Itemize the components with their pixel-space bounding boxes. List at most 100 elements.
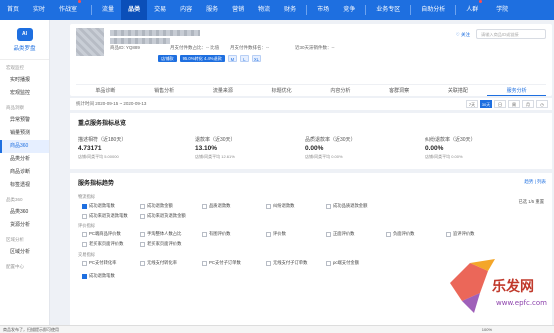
sidebar-item-tags[interactable]: 标签透视 xyxy=(0,179,49,192)
sidebar-item-category-analysis[interactable]: 品类分析 xyxy=(0,153,49,166)
product-thumbnail[interactable] xyxy=(76,28,104,56)
nav-item-realtime[interactable]: 实时 xyxy=(26,0,52,20)
sidebar-item-forecast[interactable]: 销量预测 xyxy=(0,127,49,140)
nav-item-service[interactable]: 服务 xyxy=(199,0,225,20)
nav-item-logistics[interactable]: 物流 xyxy=(251,0,277,20)
calendar-icon[interactable]: ◷ xyxy=(536,100,548,108)
sidebar-item-realtime[interactable]: 实时播报 xyxy=(0,74,49,87)
nav-item-business[interactable]: 业务专区 xyxy=(369,0,407,20)
sidebar-item-diagnosis[interactable]: 商品诊断 xyxy=(0,166,49,179)
tab-service[interactable]: 服务分析 xyxy=(487,85,546,96)
nav-item-academy[interactable]: 学院 xyxy=(489,0,515,20)
range-month[interactable]: 月 xyxy=(522,100,534,108)
metric-checkbox[interactable]: 品质退款数 xyxy=(202,203,230,209)
tab-diagnosis[interactable]: 单品诊断 xyxy=(76,85,135,96)
sidebar: AI 品类罗盘 宏观监控 实时播报 宏观监控 商品洞察 异常预警 销量预测 商品… xyxy=(0,20,50,333)
metric-quality-refund: 品质退款率（近30天） 0.00% 店铺/同类平均 0.00% xyxy=(305,137,356,159)
product-id: 商品ID: YQ889 xyxy=(110,45,140,50)
service-overview-card: 重点服务指标总览 描述相符（近180天） 4.73171 店铺/同类平均 5.0… xyxy=(70,113,552,169)
checkbox-icon xyxy=(82,260,87,266)
metric-checkbox[interactable]: 无线支付子订单数 xyxy=(266,260,307,266)
metric-checkbox[interactable]: 手淘整体人数占比 xyxy=(140,231,181,237)
tab-title[interactable]: 标题优化 xyxy=(252,85,311,96)
selected-count[interactable]: 已选 1/5 重置 xyxy=(518,199,544,205)
bull-logo-icon xyxy=(450,263,488,301)
sidebar-item-macro[interactable]: 宏观监控 xyxy=(0,87,49,100)
tab-related[interactable]: 关联搭配 xyxy=(429,85,488,96)
watermark-brand: 乐发网 xyxy=(492,278,534,295)
size-tag[interactable]: XL xyxy=(251,55,261,62)
sidebar-group-label: 配置中心 xyxy=(6,264,24,269)
tab-sales[interactable]: 销售分析 xyxy=(135,85,194,96)
zoom-level[interactable]: 100% xyxy=(482,326,492,333)
metric-checkbox[interactable]: PC支付子订单数 xyxy=(202,260,241,266)
sidebar-item-product360[interactable]: 商品360 xyxy=(0,140,49,153)
tab-traffic[interactable]: 流量来源 xyxy=(194,85,253,96)
date-range-label: 统计时间 2020-09-15 ~ 2020-09-13 xyxy=(76,101,147,106)
nav-item-warroom[interactable]: 作战室 xyxy=(52,0,88,20)
nav-item-traffic[interactable]: 流量 xyxy=(95,0,121,20)
metric-checkbox[interactable]: 正面评价数 xyxy=(326,231,354,237)
checkbox-icon xyxy=(140,213,145,219)
metric-checkbox[interactable]: 成功来退货退款金额 xyxy=(140,213,186,219)
checkbox-checked-icon xyxy=(82,273,87,279)
metric-checkbox[interactable]: PC端商品评价数 xyxy=(82,231,121,237)
nav-item-trade[interactable]: 交易 xyxy=(147,0,173,20)
metric-checkbox[interactable]: 有图评价数 xyxy=(202,231,230,237)
tag-rate: 95.0%转化 4.4%退款 xyxy=(179,55,225,62)
metric-checkbox[interactable]: 成功退款笔数 xyxy=(82,203,115,209)
sidebar-group-label: 宏观监控 xyxy=(6,65,24,70)
range-30d[interactable]: 30天 xyxy=(480,100,492,108)
checkbox-icon xyxy=(202,231,207,237)
sidebar-item-source[interactable]: 货源分析 xyxy=(0,219,49,232)
tag-row: 店铺款 95.0%转化 4.4%退款 M L XL xyxy=(158,55,261,62)
checkbox-icon xyxy=(266,231,271,237)
metric-checkbox[interactable]: 成功退款金额 xyxy=(140,203,173,209)
metric-checkbox[interactable]: 评价数 xyxy=(266,231,286,237)
metric-checkbox[interactable]: 纠纷退款数 xyxy=(266,203,294,209)
metric-checkbox[interactable]: pc端支付金额 xyxy=(326,260,359,266)
metric-checkbox[interactable]: 成功品质退款金额 xyxy=(326,203,367,209)
nav-item-marketing[interactable]: 营销 xyxy=(225,0,251,20)
metric-checkbox[interactable]: 无线支付转化率 xyxy=(140,260,177,266)
view-toggle[interactable]: 趋势 | 列表 xyxy=(524,179,546,185)
nav-item-category[interactable]: 品类 xyxy=(121,0,148,20)
metric-checkbox[interactable]: 成功来退货退款笔数 xyxy=(82,213,128,219)
range-day[interactable]: 日 xyxy=(494,100,506,108)
nav-item-selfanalysis[interactable]: 自助分析 xyxy=(414,0,452,20)
metric-checkbox[interactable]: 追评评价数 xyxy=(446,231,474,237)
nav-item-crowd[interactable]: 人群 xyxy=(459,0,489,20)
size-tag[interactable]: L xyxy=(239,55,249,62)
metric-checkbox[interactable]: 老买家页面评价数 xyxy=(82,241,123,247)
nav-item-market[interactable]: 市场 xyxy=(310,0,336,20)
metric-checkbox[interactable]: 老买家页面评价数 xyxy=(140,241,181,247)
sidebar-title: 品类罗盘 xyxy=(13,45,36,52)
nav-item-content[interactable]: 内容 xyxy=(173,0,199,20)
checkbox-icon xyxy=(326,260,331,266)
checkbox-icon xyxy=(202,260,207,266)
nav-item-finance[interactable]: 财务 xyxy=(277,0,303,20)
metric-checkbox[interactable]: PC支付转化率 xyxy=(82,260,116,266)
tab-customers[interactable]: 客群洞察 xyxy=(370,85,429,96)
range-week[interactable]: 周 xyxy=(508,100,520,108)
sidebar-item-region[interactable]: 区域分析 xyxy=(0,246,49,259)
checkbox-icon xyxy=(82,213,87,219)
product-header-card: 商品ID: YQ889 月支付件数占比：-- 比值 月支付件数排名：-- 近30… xyxy=(70,24,552,96)
size-tag[interactable]: M xyxy=(227,55,237,62)
tab-content[interactable]: 内容分析 xyxy=(311,85,370,96)
range-7d[interactable]: 7天 xyxy=(466,100,478,108)
checkbox-icon xyxy=(266,260,271,266)
sidebar-item-alert[interactable]: 异常预警 xyxy=(0,114,49,127)
search-input[interactable]: 请输入商品ID或链接 xyxy=(476,29,546,39)
metric-checkbox[interactable]: 负面评价数 xyxy=(386,231,414,237)
nav-divider xyxy=(306,5,308,15)
status-bar: 商品发布了，扫描提示即可使用 100% xyxy=(0,325,554,333)
metric-checkbox[interactable]: 成功退款笔数 xyxy=(82,273,115,279)
watermark-logo: 乐发网 www.epfc.com xyxy=(450,259,547,313)
metric-refund-rate: 退款率（近30天） 13.10% 店铺/同类平均 12.61% xyxy=(195,137,236,159)
sidebar-item-category360[interactable]: 品类360 xyxy=(0,206,49,219)
checkbox-icon xyxy=(140,231,145,237)
follow-button[interactable]: ♡ 关注 xyxy=(456,32,470,38)
nav-item-home[interactable]: 首页 xyxy=(0,0,26,20)
nav-item-competition[interactable]: 竞争 xyxy=(336,0,362,20)
